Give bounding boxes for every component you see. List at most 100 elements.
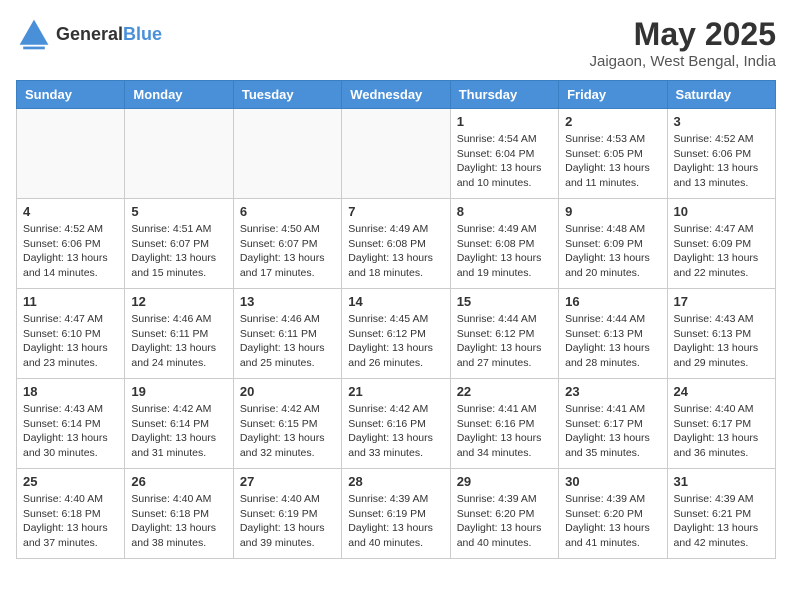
day-number: 27 (240, 474, 335, 489)
day-info: Sunrise: 4:40 AM Sunset: 6:18 PM Dayligh… (131, 492, 226, 551)
day-info: Sunrise: 4:47 AM Sunset: 6:09 PM Dayligh… (674, 222, 769, 281)
location: Jaigaon, West Bengal, India (589, 53, 776, 70)
weekday-header-row: SundayMondayTuesdayWednesdayThursdayFrid… (17, 81, 776, 109)
day-info: Sunrise: 4:41 AM Sunset: 6:17 PM Dayligh… (565, 402, 660, 461)
calendar-cell: 6Sunrise: 4:50 AM Sunset: 6:07 PM Daylig… (233, 199, 341, 289)
day-info: Sunrise: 4:39 AM Sunset: 6:20 PM Dayligh… (457, 492, 552, 551)
calendar-cell: 15 Sunrise: 4:44 AM Sunset: 6:12 PM Dayli… (450, 289, 558, 379)
day-number: 17 (674, 294, 769, 309)
day-number: 15 (457, 294, 552, 309)
day-info: Sunrise: 4:54 AM Sunset: 6:04 PM Dayligh… (457, 132, 552, 191)
calendar-cell: 9Sunrise: 4:48 AM Sunset: 6:09 PM Daylig… (559, 199, 667, 289)
day-number: 11 (23, 294, 118, 309)
calendar-cell: 8 Sunrise: 4:49 AM Sunset: 6:08 PM Daylig… (450, 199, 558, 289)
calendar-cell: 22Sunrise: 4:41 AM Sunset: 6:16 PM Dayli… (450, 379, 558, 469)
calendar-cell (17, 109, 125, 199)
weekday-header-thursday: Thursday (450, 81, 558, 109)
day-info: Sunrise: 4:39 AM Sunset: 6:19 PM Dayligh… (348, 492, 443, 551)
day-info: Sunrise: 4:40 AM Sunset: 6:17 PM Dayligh… (674, 402, 769, 461)
day-info: Sunrise: 4:39 AM Sunset: 6:21 PM Dayligh… (674, 492, 769, 551)
day-number: 29 (457, 474, 552, 489)
day-info: Sunrise: 4:40 AM Sunset: 6:19 PM Dayligh… (240, 492, 335, 551)
day-number: 22 (457, 384, 552, 399)
calendar-cell: 1Sunrise: 4:54 AM Sunset: 6:04 PM Daylig… (450, 109, 558, 199)
weekday-header-wednesday: Wednesday (342, 81, 450, 109)
calendar-cell: 20 Sunrise: 4:42 AM Sunset: 6:15 PM Dayli… (233, 379, 341, 469)
day-number: 31 (674, 474, 769, 489)
week-row-3: 11Sunrise: 4:47 AM Sunset: 6:10 PM Dayli… (17, 289, 776, 379)
calendar-cell: 2 Sunrise: 4:53 AM Sunset: 6:05 PM Daylig… (559, 109, 667, 199)
day-info: Sunrise: 4:46 AM Sunset: 6:11 PM Dayligh… (240, 312, 335, 371)
week-row-2: 4 Sunrise: 4:52 AM Sunset: 6:06 PM Daylig… (17, 199, 776, 289)
week-row-1: 1Sunrise: 4:54 AM Sunset: 6:04 PM Daylig… (17, 109, 776, 199)
day-number: 13 (240, 294, 335, 309)
calendar-cell: 24 Sunrise: 4:40 AM Sunset: 6:17 PM Dayli… (667, 379, 775, 469)
day-info: Sunrise: 4:43 AM Sunset: 6:13 PM Dayligh… (674, 312, 769, 371)
day-number: 16 (565, 294, 660, 309)
day-info: Sunrise: 4:53 AM Sunset: 6:05 PM Dayligh… (565, 132, 660, 191)
day-info: Sunrise: 4:42 AM Sunset: 6:15 PM Dayligh… (240, 402, 335, 461)
day-number: 14 (348, 294, 443, 309)
day-number: 5 (131, 204, 226, 219)
day-number: 8 (457, 204, 552, 219)
day-number: 4 (23, 204, 118, 219)
weekday-header-sunday: Sunday (17, 81, 125, 109)
calendar-cell: 30 Sunrise: 4:39 AM Sunset: 6:20 PM Dayli… (559, 469, 667, 559)
weekday-header-saturday: Saturday (667, 81, 775, 109)
calendar-cell: 11Sunrise: 4:47 AM Sunset: 6:10 PM Dayli… (17, 289, 125, 379)
logo-icon (16, 16, 52, 52)
day-info: Sunrise: 4:45 AM Sunset: 6:12 PM Dayligh… (348, 312, 443, 371)
day-number: 30 (565, 474, 660, 489)
calendar-cell: 21 Sunrise: 4:42 AM Sunset: 6:16 PM Dayli… (342, 379, 450, 469)
day-info: Sunrise: 4:42 AM Sunset: 6:16 PM Dayligh… (348, 402, 443, 461)
day-info: Sunrise: 4:52 AM Sunset: 6:06 PM Dayligh… (23, 222, 118, 281)
calendar-cell: 13 Sunrise: 4:46 AM Sunset: 6:11 PM Dayli… (233, 289, 341, 379)
calendar-cell: 12 Sunrise: 4:46 AM Sunset: 6:11 PM Dayli… (125, 289, 233, 379)
day-number: 19 (131, 384, 226, 399)
day-info: Sunrise: 4:44 AM Sunset: 6:12 PM Dayligh… (457, 312, 552, 371)
day-info: Sunrise: 4:44 AM Sunset: 6:13 PM Dayligh… (565, 312, 660, 371)
calendar-cell: 25 Sunrise: 4:40 AM Sunset: 6:18 PM Dayli… (17, 469, 125, 559)
day-number: 21 (348, 384, 443, 399)
calendar-cell (125, 109, 233, 199)
calendar-cell: 5 Sunrise: 4:51 AM Sunset: 6:07 PM Daylig… (125, 199, 233, 289)
weekday-header-monday: Monday (125, 81, 233, 109)
day-info: Sunrise: 4:51 AM Sunset: 6:07 PM Dayligh… (131, 222, 226, 281)
calendar-cell: 19 Sunrise: 4:42 AM Sunset: 6:14 PM Dayli… (125, 379, 233, 469)
week-row-5: 25 Sunrise: 4:40 AM Sunset: 6:18 PM Dayli… (17, 469, 776, 559)
day-info: Sunrise: 4:50 AM Sunset: 6:07 PM Dayligh… (240, 222, 335, 281)
day-info: Sunrise: 4:39 AM Sunset: 6:20 PM Dayligh… (565, 492, 660, 551)
day-number: 7 (348, 204, 443, 219)
calendar-cell: 23Sunrise: 4:41 AM Sunset: 6:17 PM Dayli… (559, 379, 667, 469)
calendar-cell: 10Sunrise: 4:47 AM Sunset: 6:09 PM Dayli… (667, 199, 775, 289)
day-info: Sunrise: 4:49 AM Sunset: 6:08 PM Dayligh… (348, 222, 443, 281)
weekday-header-friday: Friday (559, 81, 667, 109)
day-number: 26 (131, 474, 226, 489)
day-info: Sunrise: 4:49 AM Sunset: 6:08 PM Dayligh… (457, 222, 552, 281)
day-info: Sunrise: 4:46 AM Sunset: 6:11 PM Dayligh… (131, 312, 226, 371)
logo: GeneralBlue (16, 16, 162, 52)
calendar-cell: 26 Sunrise: 4:40 AM Sunset: 6:18 PM Dayli… (125, 469, 233, 559)
day-info: Sunrise: 4:42 AM Sunset: 6:14 PM Dayligh… (131, 402, 226, 461)
calendar-cell (342, 109, 450, 199)
day-info: Sunrise: 4:43 AM Sunset: 6:14 PM Dayligh… (23, 402, 118, 461)
day-number: 2 (565, 114, 660, 129)
day-info: Sunrise: 4:40 AM Sunset: 6:18 PM Dayligh… (23, 492, 118, 551)
calendar-cell: 17 Sunrise: 4:43 AM Sunset: 6:13 PM Dayli… (667, 289, 775, 379)
logo-blue: Blue (123, 24, 162, 44)
calendar-table: SundayMondayTuesdayWednesdayThursdayFrid… (16, 80, 776, 559)
day-number: 24 (674, 384, 769, 399)
day-number: 28 (348, 474, 443, 489)
day-info: Sunrise: 4:48 AM Sunset: 6:09 PM Dayligh… (565, 222, 660, 281)
day-number: 25 (23, 474, 118, 489)
calendar-cell: 7 Sunrise: 4:49 AM Sunset: 6:08 PM Daylig… (342, 199, 450, 289)
day-info: Sunrise: 4:52 AM Sunset: 6:06 PM Dayligh… (674, 132, 769, 191)
page-header: GeneralBlue May 2025 Jaigaon, West Benga… (16, 16, 776, 70)
day-number: 20 (240, 384, 335, 399)
day-number: 12 (131, 294, 226, 309)
calendar-cell (233, 109, 341, 199)
calendar-cell: 3Sunrise: 4:52 AM Sunset: 6:06 PM Daylig… (667, 109, 775, 199)
calendar-cell: 18Sunrise: 4:43 AM Sunset: 6:14 PM Dayli… (17, 379, 125, 469)
calendar-cell: 16 Sunrise: 4:44 AM Sunset: 6:13 PM Dayli… (559, 289, 667, 379)
week-row-4: 18Sunrise: 4:43 AM Sunset: 6:14 PM Dayli… (17, 379, 776, 469)
